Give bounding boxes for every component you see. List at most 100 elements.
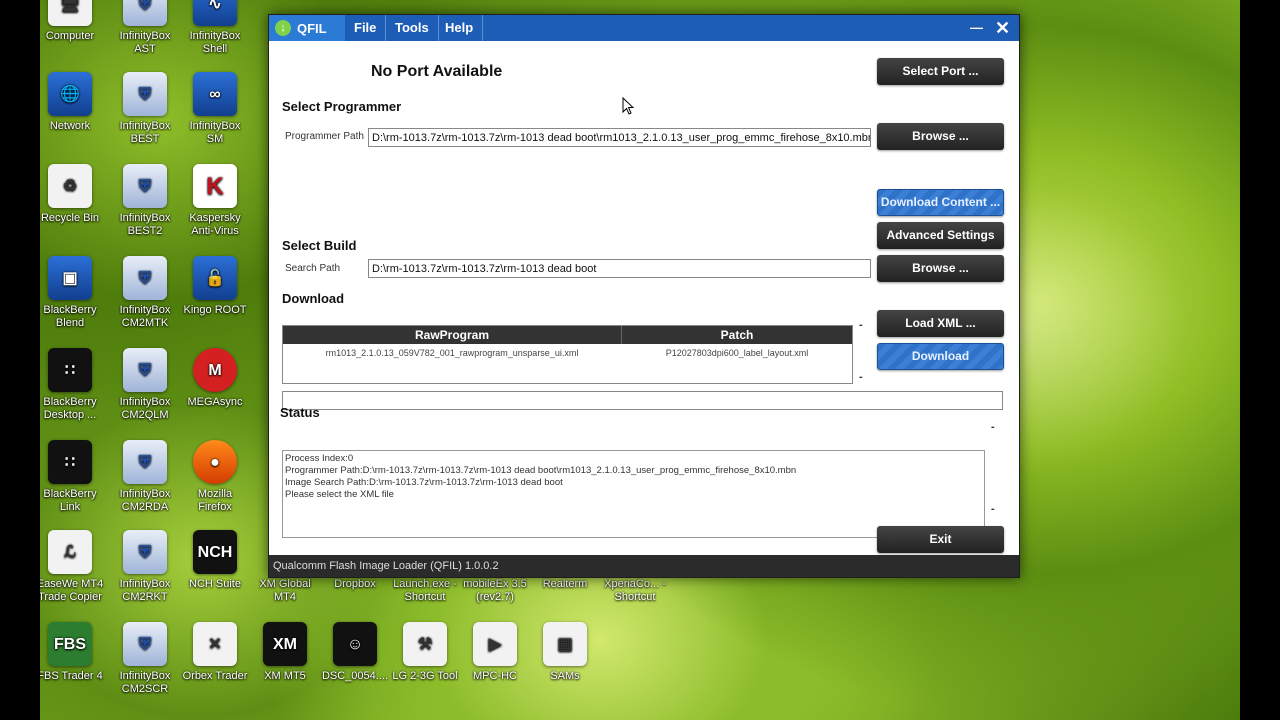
desktop-icon[interactable]: ℒ EaseWe MT4 Trade Copier [40,530,105,604]
desktop-icon[interactable]: ☺ DSC_0054.... [320,622,390,683]
left-black-bar [0,0,40,720]
column-header-rawprogram[interactable]: RawProgram [283,326,622,344]
desktop-icon-label: BlackBerry Blend [43,304,97,329]
menu-tools[interactable]: Tools [386,15,439,41]
desktop-icon[interactable]: ✕ Orbex Trader [180,622,250,683]
desktop-icon[interactable]: ▶ MPC-HC [460,622,530,683]
desktop-icon[interactable]: ● Mozilla Firefox [180,440,250,514]
desktop-icon-label: InfinityBox CM2QLM [119,396,171,421]
download-content-button[interactable]: Download Content ... [877,189,1004,216]
desktop-icon[interactable]: ∷ BlackBerry Link [40,440,105,514]
xml-table[interactable]: RawProgram Patch rm1013_2.1.0.13_059V782… [282,325,853,384]
desktop-icon[interactable]: ⛨ InfinityBox BEST2 [110,164,180,238]
desktop-icon[interactable]: ⚒ LG 2-3G Tool [390,622,460,683]
column-header-patch[interactable]: Patch [622,326,852,344]
desktop-icon-label: InfinityBox AST [119,30,171,55]
app-icon: M [193,348,237,392]
search-path-input[interactable]: D:\rm-1013.7z\rm-1013.7z\rm-1013 dead bo… [368,259,871,278]
title-bar[interactable]: ↓ QFIL File Tools Help — ✕ [269,15,1019,41]
desktop-icon[interactable]: ∷ BlackBerry Desktop ... [40,348,105,422]
minimize-icon[interactable]: — [970,15,983,41]
desktop-icon[interactable]: ⛨ InfinityBox CM2QLM [110,348,180,422]
progress-bar [282,391,1003,410]
status-down-marker[interactable]: - [991,503,995,515]
exit-button[interactable]: Exit [877,526,1004,553]
desktop-icon-label: SAMs [550,670,580,682]
desktop-icon-label: LG 2-3G Tool [392,670,458,682]
desktop-icon[interactable]: XM XM MT5 [250,622,320,683]
desktop-icon-label: XperiaCo... - Shortcut [604,578,666,603]
app-logo: ↓ QFIL [269,15,345,41]
table-down-marker[interactable]: - [859,371,863,383]
desktop-icon-label: InfinityBox BEST [119,120,171,145]
desktop-icon[interactable]: ⛨ InfinityBox CM2RDA [110,440,180,514]
download-button[interactable]: Download [877,343,1004,370]
desktop-icon[interactable]: ▣ BlackBerry Blend [40,256,105,330]
app-icon: ⛨ [123,622,167,666]
app-icon: ∞ [193,72,237,116]
status-log[interactable]: Process Index:0 Programmer Path:D:\rm-10… [282,450,985,538]
desktop-icon-label: Kingo ROOT [183,304,247,316]
desktop-icon[interactable]: ♻ Recycle Bin [40,164,105,225]
desktop-icon[interactable]: NCH NCH Suite [180,530,250,591]
app-icon: ▶ [473,622,517,666]
load-xml-button[interactable]: Load XML ... [877,310,1004,337]
programmer-path-input[interactable]: D:\rm-1013.7z\rm-1013.7z\rm-1013 dead bo… [368,128,871,147]
desktop-icon-label: BlackBerry Link [43,488,97,513]
table-cell-patch[interactable]: P12027803dpi600_label_layout.xml [622,348,852,358]
desktop-icon[interactable]: ⛨ InfinityBox CM2MTK [110,256,180,330]
desktop-icon[interactable]: M MEGAsync [180,348,250,409]
close-icon[interactable]: ✕ [995,15,1010,41]
menu-help[interactable]: Help [436,15,484,41]
desktop-icon-label: InfinityBox CM2RKT [119,578,171,603]
app-icon: ⛨ [123,440,167,484]
app-icon: ⛨ [123,256,167,300]
desktop-icon-label: Launch.exe - Shortcut [393,578,457,603]
desktop-icon[interactable]: ⛨ InfinityBox AST [110,0,180,56]
advanced-settings-button[interactable]: Advanced Settings [877,222,1004,249]
app-icon: ✕ [193,622,237,666]
desktop-icon-label: DSC_0054.... [321,670,389,682]
desktop-icon[interactable]: FBS FBS Trader 4 [40,622,105,683]
desktop-icon-label: InfinityBox CM2MTK [119,304,171,329]
app-icon: FBS [48,622,92,666]
right-black-bar [1240,0,1280,720]
desktop-icon[interactable]: 🔓 Kingo ROOT [180,256,250,317]
desktop-icon-label: InfinityBox BEST2 [119,212,171,237]
status-up-marker[interactable]: - [991,421,995,433]
desktop-icon[interactable]: 🌐 Network [40,72,105,133]
desktop-icon[interactable]: ∿ InfinityBox Shell [180,0,250,56]
table-up-marker[interactable]: - [859,319,863,331]
app-icon: 🔓 [193,256,237,300]
desktop-icon-label: MEGAsync [187,396,243,408]
programmer-path-label: Programmer Path [285,131,364,142]
app-logo-text: QFIL [297,20,327,36]
app-icon: ⛨ [123,72,167,116]
search-path-label: Search Path [285,263,341,274]
desktop-icon[interactable]: ⛨ InfinityBox BEST [110,72,180,146]
desktop-icon[interactable]: ⛨ InfinityBox CM2RKT [110,530,180,604]
desktop-icon-label: mobileEx 3.5 (rev2.7) [463,578,527,603]
app-icon: ∿ [193,0,237,26]
desktop-icon-label: FBS Trader 4 [40,670,103,682]
desktop-icon[interactable]: ∞ InfinityBox SM [180,72,250,146]
desktop-icon[interactable]: K Kaspersky Anti-Virus [180,164,250,238]
desktop-icon[interactable]: 🖥 Computer [40,0,105,43]
app-icon: ∷ [48,348,92,392]
app-icon: ⚒ [403,622,447,666]
download-arrow-icon: ↓ [275,20,291,36]
desktop-icon-label: InfinityBox CM2SCR [119,670,171,695]
desktop-icon[interactable]: ▦ SAMs [530,622,600,683]
table-cell-rawprogram[interactable]: rm1013_2.1.0.13_059V782_001_rawprogram_u… [283,348,621,358]
browse-build-button[interactable]: Browse ... [877,255,1004,282]
app-icon: 🖥 [48,0,92,26]
desktop-icon-label: XM MT5 [264,670,306,682]
desktop-icon[interactable]: ⛨ InfinityBox CM2SCR [110,622,180,696]
desktop-icon-label: Recycle Bin [40,212,100,224]
desktop-icon-label: Computer [45,30,95,42]
menu-file[interactable]: File [345,15,387,41]
browse-programmer-button[interactable]: Browse ... [877,123,1004,150]
status-line: Image Search Path:D:\rm-1013.7z\rm-1013.… [285,477,563,488]
desktop-icon-label: XM Global MT4 [259,578,311,603]
select-port-button[interactable]: Select Port ... [877,58,1004,85]
